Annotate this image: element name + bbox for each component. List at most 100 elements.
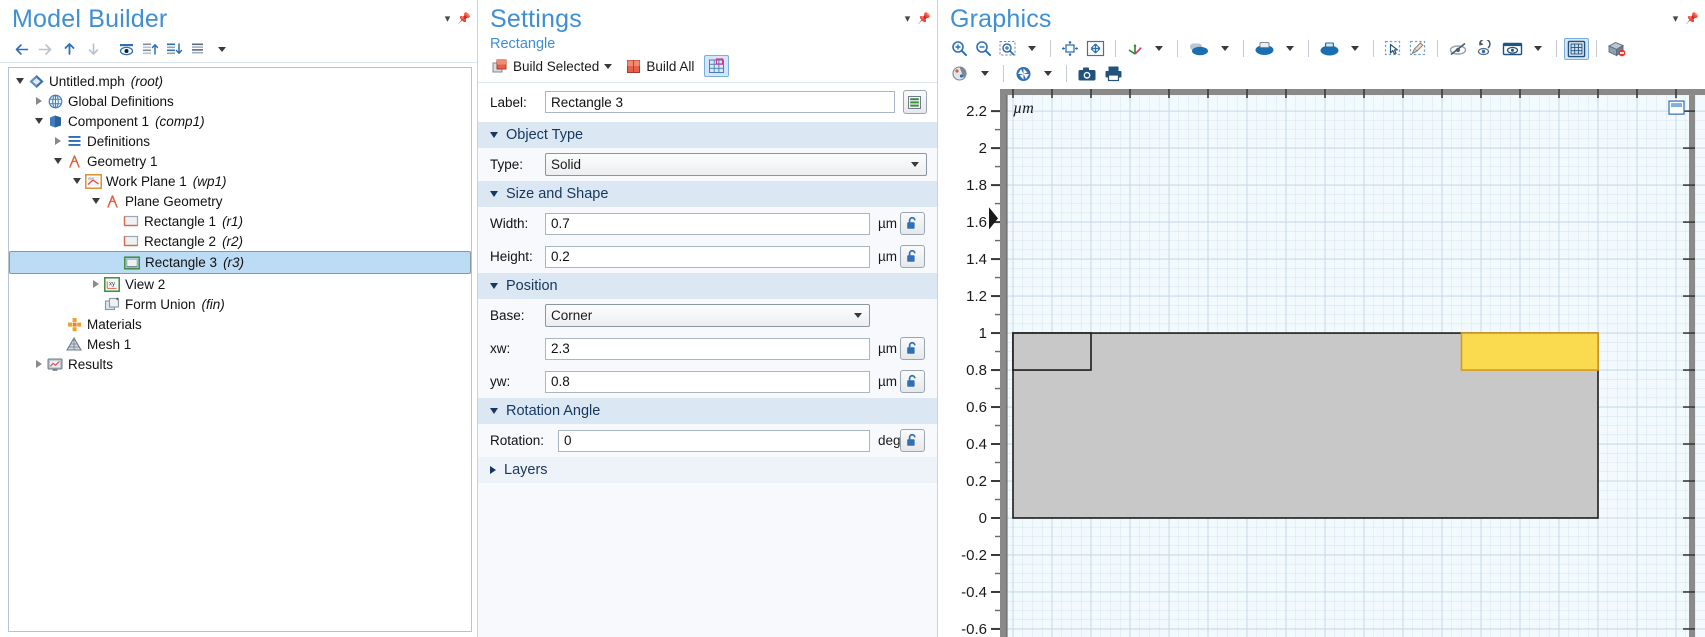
hide-geometry-icon[interactable] [1445,38,1471,60]
tree-node[interactable]: Materials [9,314,471,334]
section-rotation-angle[interactable]: Rotation Angle [478,398,937,424]
collapse-all-icon[interactable] [139,39,161,60]
tree-node[interactable]: Definitions [9,131,471,151]
camera-icon[interactable] [1074,63,1100,85]
chevron-down-icon[interactable] [974,63,996,85]
scene-light-icon[interactable] [1185,38,1213,60]
build-mesh-button[interactable] [704,55,729,77]
tree-node[interactable]: Component 1(comp1) [9,111,471,131]
unlock-icon [905,249,920,264]
show-hide-icon[interactable] [115,39,137,60]
section-layers[interactable]: Layers [478,457,937,483]
rectangle-icon [122,234,140,248]
move-up-icon[interactable] [58,39,80,60]
tree-node[interactable]: Plane Geometry [9,191,471,211]
model-tree[interactable]: Untitled.mph(root)Global DefinitionsComp… [8,67,472,632]
width-input[interactable] [545,213,870,235]
base-select[interactable]: Corner [545,304,870,327]
chevron-down-icon[interactable] [70,178,84,184]
chevron-down-icon[interactable] [13,78,27,84]
tree-node[interactable]: Rectangle 3(r3) [9,251,471,274]
view-visibility-icon[interactable] [1499,38,1526,60]
label-toggle-button[interactable] [903,90,927,114]
transparency-icon[interactable] [1604,38,1630,60]
yw-lock-button[interactable] [900,370,925,393]
geometry-view[interactable]: 2.221.81.61.41.210.80.60.40.20-0.2-0.4-0… [938,89,1705,637]
tree-node[interactable]: Global Definitions [9,91,471,111]
rotation-lock-button[interactable] [900,429,925,452]
tree-node[interactable]: Results [9,354,471,374]
comsol-root-icon [27,74,45,89]
chevron-down-icon[interactable]: ▾ [905,14,911,24]
chevron-down-icon[interactable] [1037,63,1059,85]
chevron-down-icon[interactable] [211,39,233,60]
zoom-to-selection-icon[interactable] [1083,38,1108,60]
label-input[interactable] [545,91,895,113]
type-select[interactable]: Solid [545,153,927,176]
tree-node[interactable]: Untitled.mph(root) [9,71,471,91]
width-lock-button[interactable] [900,212,925,235]
chevron-down-icon[interactable] [1214,38,1236,60]
section-size-and-shape[interactable]: Size and Shape [478,181,937,207]
chevron-right-icon[interactable] [51,137,65,145]
graphics-canvas[interactable]: 2.221.81.61.41.210.80.60.40.20-0.2-0.4-0… [938,89,1705,637]
xw-lock-button[interactable] [900,337,925,360]
height-lock-button[interactable] [900,245,925,268]
zoom-in-icon[interactable] [948,38,971,60]
tree-node[interactable]: xyView 2 [9,274,471,294]
build-selected-button[interactable]: Build Selected [488,56,616,77]
build-all-button[interactable]: Build All [622,56,698,77]
expand-all-icon[interactable] [163,39,185,60]
tree-node[interactable]: Rectangle 1(r1) [9,211,471,231]
reset-hiding-icon[interactable] [1472,38,1498,60]
chevron-down-icon[interactable]: ▾ [1673,14,1679,24]
rotation-input[interactable] [558,430,870,452]
label-field-label: Label: [490,95,545,110]
forward-icon[interactable] [34,39,56,60]
view-icon: xy [103,277,121,292]
chevron-down-icon[interactable] [1148,38,1170,60]
select-box-icon[interactable] [1381,38,1405,60]
tree-node[interactable]: Work Plane 1(wp1) [9,171,471,191]
xw-input[interactable] [545,338,870,360]
section-position[interactable]: Position [478,273,937,299]
chevron-down-icon[interactable] [604,64,612,69]
chevron-right-icon[interactable] [32,97,46,105]
height-input[interactable] [545,246,870,268]
zoom-box-icon[interactable] [996,38,1020,60]
pin-icon[interactable]: 📌 [457,14,471,24]
chevron-right-icon[interactable] [89,280,103,288]
pin-icon[interactable]: 📌 [917,14,931,24]
chevron-down-icon[interactable]: ▾ [445,14,451,24]
pin-icon[interactable]: 📌 [1685,14,1699,24]
axis-orientation-icon[interactable] [1123,38,1147,60]
print-preview-icon[interactable] [1251,38,1278,60]
refresh-icon[interactable] [1011,63,1036,85]
chevron-down-icon[interactable] [89,198,103,204]
printer-icon[interactable] [1101,63,1126,85]
chevron-down-icon[interactable] [1279,38,1301,60]
yw-input[interactable] [545,371,870,393]
chevron-down-icon[interactable] [1344,38,1366,60]
color-legend-icon[interactable] [948,63,973,85]
chevron-right-icon[interactable] [32,360,46,368]
tree-node-tag: (wp1) [193,174,227,189]
zoom-out-icon[interactable] [972,38,995,60]
chevron-down-icon[interactable] [1527,38,1549,60]
tree-node[interactable]: Rectangle 2(r2) [9,231,471,251]
move-down-icon[interactable] [82,39,104,60]
grid-toggle-icon[interactable] [1564,38,1589,60]
tree-node[interactable]: Geometry 1 [9,151,471,171]
back-icon[interactable] [10,39,32,60]
section-object-type[interactable]: Object Type [478,122,937,148]
xw-label: xw: [490,341,545,356]
image-snapshot-icon[interactable] [1316,38,1343,60]
chevron-down-icon[interactable] [1021,38,1043,60]
chevron-down-icon[interactable] [51,158,65,164]
tree-node[interactable]: Mesh 1 [9,334,471,354]
zoom-extents-icon[interactable] [1058,38,1082,60]
tree-node[interactable]: Form Union(fin) [9,294,471,314]
chevron-down-icon[interactable] [32,118,46,124]
node-list-icon[interactable] [187,39,209,60]
clear-selection-icon[interactable] [1406,38,1430,60]
